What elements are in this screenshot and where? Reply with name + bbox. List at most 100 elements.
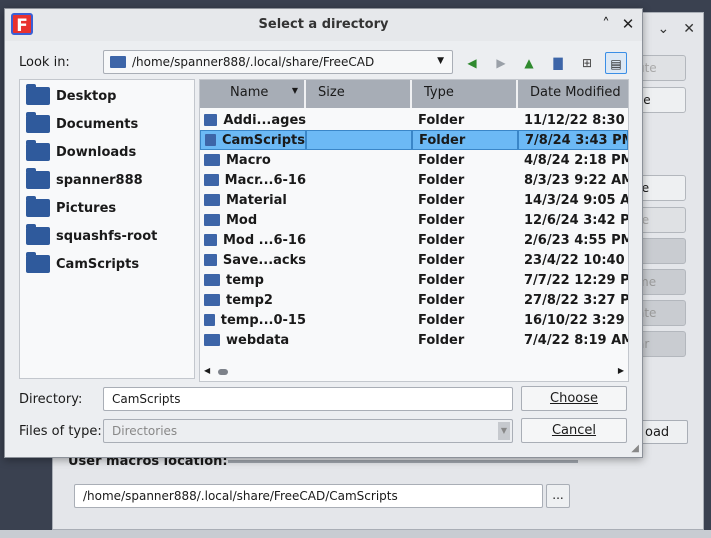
dialog-title: Select a directory (258, 17, 389, 32)
cancel-label: Cancel (551, 423, 597, 438)
folder-icon (204, 274, 220, 286)
scroll-left-icon[interactable]: ◀ (204, 366, 210, 375)
places-sidebar: Desktop Documents Downloads spanner888 Pictu… (19, 79, 195, 379)
column-header-name[interactable]: Name ▼ (200, 80, 306, 108)
file-date-cell: 11/12/22 8:30 PM (524, 112, 628, 128)
chevron-down-icon[interactable]: ⌄ (658, 21, 670, 37)
look-in-value: /home/spanner888/.local/share/FreeCAD (132, 55, 375, 69)
file-type-cell: Folder (418, 292, 465, 308)
file-row[interactable]: Addi...ages Folder 11/12/22 8:30 PM (200, 110, 628, 130)
sidebar-item-label: spanner888 (56, 172, 143, 188)
folder-icon (26, 168, 50, 189)
new-folder-icon[interactable]: ▇ (547, 52, 569, 74)
file-name: temp2 (226, 292, 273, 308)
close-icon[interactable]: ✕ (619, 15, 637, 33)
file-row[interactable]: webdata Folder 7/4/22 8:19 AM (200, 330, 628, 350)
choose-label: Choose (550, 391, 598, 406)
folder-icon (26, 196, 50, 217)
directory-input[interactable]: CamScripts (103, 387, 513, 411)
sidebar-item-squashfs-root[interactable]: squashfs-root (20, 222, 194, 250)
file-date-cell: 7/4/22 8:19 AM (524, 332, 628, 348)
file-name: Mod ...6-16 (222, 232, 306, 248)
file-type-cell: Folder (418, 312, 465, 328)
file-row[interactable]: Mod ...6-16 Folder 2/6/23 4:55 PM (200, 230, 628, 250)
file-size-cell (306, 150, 412, 170)
file-date-cell: 7/8/24 3:43 PM (518, 130, 628, 150)
cancel-button[interactable]: Cancel (521, 418, 627, 443)
sidebar-item-downloads[interactable]: Downloads (20, 138, 194, 166)
file-name-cell: temp2 (200, 293, 306, 308)
folder-icon (204, 114, 218, 126)
file-name: temp (226, 272, 264, 288)
sidebar-item-pictures[interactable]: Pictures (20, 194, 194, 222)
file-name-cell: Mod (200, 213, 306, 228)
file-name: Mod (226, 212, 258, 228)
file-date-cell: 12/6/24 3:42 PM (524, 212, 628, 228)
background-footer (0, 530, 711, 538)
file-type-cell: Folder (418, 332, 465, 348)
chevron-down-icon: ▼ (498, 422, 510, 440)
look-in-combo[interactable]: /home/spanner888/.local/share/FreeCAD ▼ (103, 50, 453, 74)
file-name-cell: Material (200, 193, 306, 208)
folder-icon (205, 134, 216, 146)
sidebar-item-documents[interactable]: Documents (20, 110, 194, 138)
file-name: Save...acks (222, 252, 306, 268)
column-date-label: Date Modified (530, 85, 621, 100)
browse-button[interactable]: ... (546, 484, 570, 508)
folder-icon (26, 112, 50, 133)
column-header-date[interactable]: Date Modified (518, 80, 628, 108)
files-of-type-value: Directories (112, 424, 178, 438)
sidebar-item-label: Documents (56, 116, 139, 132)
close-icon[interactable]: ✕ (683, 21, 695, 37)
scroll-right-icon[interactable]: ▶ (618, 366, 624, 375)
folder-icon (204, 334, 220, 346)
file-row[interactable]: temp2 Folder 27/8/22 3:27 PM (200, 290, 628, 310)
file-type-cell: Folder (418, 252, 465, 268)
file-type-cell: Folder (412, 130, 518, 150)
files-of-type-combo: Directories ▼ (103, 419, 513, 443)
dialog-titlebar: F Select a directory ˄ ✕ (5, 9, 642, 41)
file-size-cell (306, 330, 412, 350)
file-size-cell (306, 310, 412, 330)
forward-icon[interactable]: ▶ (490, 52, 512, 74)
column-header-size[interactable]: Size (306, 80, 412, 108)
file-row[interactable]: temp...0-15 Folder 16/10/22 3:29 PM (200, 310, 628, 330)
choose-button[interactable]: Choose (521, 386, 627, 411)
sidebar-item-camscripts[interactable]: CamScripts (20, 250, 194, 278)
sort-descending-icon: ▼ (291, 86, 298, 95)
file-row[interactable]: temp Folder 7/7/22 12:29 PM (200, 270, 628, 290)
file-name-cell: Macr...6-16 (200, 173, 306, 188)
look-in-label: Look in: (19, 55, 70, 70)
sidebar-item-label: squashfs-root (56, 228, 158, 244)
file-size-cell (306, 290, 412, 310)
macros-location-input[interactable]: /home/spanner888/.local/share/FreeCAD/Ca… (74, 484, 543, 508)
file-row[interactable]: Macro Folder 4/8/24 2:18 PM (200, 150, 628, 170)
file-row[interactable]: Macr...6-16 Folder 8/3/23 9:22 AM (200, 170, 628, 190)
file-row[interactable]: CamScripts Folder 7/8/24 3:43 PM (200, 130, 628, 150)
scroll-thumb[interactable] (218, 369, 228, 375)
file-size-cell (306, 230, 412, 250)
resize-grip-icon[interactable]: ◢ (631, 443, 639, 454)
up-icon[interactable]: ▲ (518, 52, 540, 74)
file-row[interactable]: Material Folder 14/3/24 9:05 AM (200, 190, 628, 210)
column-header-type[interactable]: Type (412, 80, 518, 108)
file-date-cell: 14/3/24 9:05 AM (524, 192, 628, 208)
load-button[interactable]: oad (636, 420, 688, 444)
sidebar-item-spanner888[interactable]: spanner888 (20, 166, 194, 194)
file-type-cell: Folder (418, 192, 465, 208)
file-date-cell: 27/8/22 3:27 PM (524, 292, 628, 308)
file-name: Material (226, 192, 287, 208)
file-row[interactable]: Mod Folder 12/6/24 3:42 PM (200, 210, 628, 230)
folder-icon (204, 234, 217, 246)
file-row[interactable]: Save...acks Folder 23/4/22 10:40 AM (200, 250, 628, 270)
sidebar-item-label: Desktop (56, 88, 117, 104)
file-name-cell: CamScripts (200, 130, 306, 150)
back-icon[interactable]: ◀ (461, 52, 483, 74)
sidebar-item-desktop[interactable]: Desktop (20, 82, 194, 110)
detail-view-icon[interactable]: ▤ (605, 52, 627, 74)
file-name: Macro (226, 152, 271, 168)
list-view-icon[interactable]: ⊞ (576, 52, 598, 74)
collapse-icon[interactable]: ˄ (597, 15, 615, 33)
sidebar-item-label: Downloads (56, 144, 137, 160)
horizontal-scrollbar[interactable]: ◀ ▶ (204, 366, 624, 378)
